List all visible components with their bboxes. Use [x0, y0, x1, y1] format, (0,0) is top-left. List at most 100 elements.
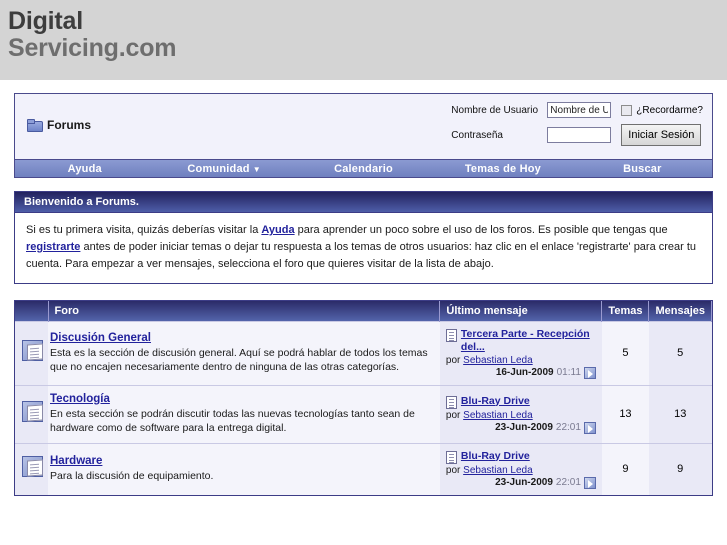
- login-submit-button[interactable]: Iniciar Sesión: [621, 124, 702, 146]
- remember-me-checkbox[interactable]: [621, 104, 633, 116]
- last-post-time: 22:01: [555, 422, 581, 433]
- forum-link[interactable]: Hardware: [50, 455, 102, 467]
- last-post-cell: Blu-Ray Drive por Sebastian Leda 23-Jun-…: [439, 442, 602, 495]
- topics-count-cell: 5: [601, 320, 649, 385]
- topics-count-cell: 13: [601, 384, 649, 443]
- last-post-title-link[interactable]: Blu-Ray Drive: [461, 395, 530, 408]
- forums-title: Forums: [27, 118, 91, 132]
- forum-icon-cell: [15, 442, 48, 495]
- last-post-date-row: 23-Jun-2009 22:01: [446, 421, 596, 434]
- last-post-author-link[interactable]: Sebastian Leda: [463, 465, 533, 476]
- forum-table-body: Discusión General Esta es la sección de …: [15, 320, 712, 495]
- last-post-date-row: 23-Jun-2009 22:01: [446, 476, 596, 489]
- document-icon: [445, 328, 457, 342]
- posts-count-cell: 9: [648, 442, 712, 495]
- goto-last-post-arrow-icon[interactable]: [583, 421, 596, 434]
- forum-name-cell: Tecnología En esta sección se podrán dis…: [48, 384, 440, 443]
- forum-header-panel: Forums Nombre de Usuario ¿Recordarme? Co…: [14, 93, 713, 159]
- forum-table-header-row: Foro Último mensaje Temas Mensajes: [15, 301, 712, 321]
- table-row[interactable]: Tecnología En esta sección se podrán dis…: [15, 384, 712, 443]
- nav-item-comunidad-label: Comunidad: [187, 162, 250, 175]
- col-header-foro: Foro: [48, 301, 441, 321]
- forum-name-cell: Hardware Para la discusión de equipamien…: [48, 442, 440, 495]
- nav-item-comunidad[interactable]: Comunidad ▼: [154, 163, 293, 175]
- last-post-time: 22:01: [555, 477, 581, 488]
- last-post-title-link[interactable]: Blu-Ray Drive: [461, 450, 530, 463]
- last-post-author-row: por Sebastian Leda: [446, 410, 596, 421]
- forum-icon: [21, 456, 46, 479]
- last-post-title-row: Blu-Ray Drive: [445, 395, 596, 409]
- nav-item-ayuda[interactable]: Ayuda: [15, 163, 154, 175]
- topics-count-cell: 9: [601, 442, 649, 495]
- page-content: Forums Nombre de Usuario ¿Recordarme? Co…: [0, 80, 727, 545]
- col-header-icon: [15, 301, 49, 321]
- forum-icon-cell: [15, 384, 48, 443]
- forum-description: Esta es la sección de discusión general.…: [50, 346, 428, 373]
- table-row[interactable]: Discusión General Esta es la sección de …: [15, 320, 712, 385]
- goto-last-post-arrow-icon[interactable]: [583, 366, 596, 379]
- last-post-author-link[interactable]: Sebastian Leda: [463, 410, 533, 421]
- forum-description: Para la discusión de equipamiento.: [50, 469, 214, 482]
- password-input[interactable]: [547, 127, 612, 143]
- by-label: por: [445, 464, 461, 476]
- main-navigation: Ayuda Comunidad ▼ Calendario Temas de Hoy…: [14, 159, 713, 178]
- col-header-mensajes: Mensajes: [648, 301, 712, 321]
- username-input[interactable]: [547, 102, 612, 118]
- last-post-author-row: por Sebastian Leda: [446, 465, 596, 476]
- posts-count-cell: 13: [648, 384, 712, 443]
- welcome-text-3: antes de poder iniciar temas o dejar tu …: [26, 241, 697, 270]
- forum-list-table: Foro Último mensaje Temas Mensajes Discu…: [14, 300, 713, 496]
- forum-description: En esta sección se podrán discutir todas…: [50, 407, 415, 434]
- nav-item-calendario-label: Calendario: [334, 162, 393, 175]
- last-post-title-row: Blu-Ray Drive: [445, 450, 596, 464]
- nav-item-temas-de-hoy[interactable]: Temas de Hoy: [433, 163, 572, 175]
- password-label: Contraseña: [451, 129, 503, 141]
- remember-me-group[interactable]: ¿Recordarme?: [621, 104, 703, 116]
- by-label: por: [445, 409, 461, 421]
- last-post-date: 16-Jun-2009: [495, 367, 554, 378]
- col-header-ultimo-mensaje: Último mensaje: [439, 301, 603, 321]
- document-icon: [445, 395, 457, 409]
- welcome-panel-title: Bienvenido a Forums.: [15, 192, 712, 213]
- table-row[interactable]: Hardware Para la discusión de equipamien…: [15, 442, 712, 495]
- goto-last-post-arrow-icon[interactable]: [583, 476, 596, 489]
- by-label: por: [445, 354, 461, 366]
- last-post-cell: Tercera Parte - Recepción del... por Seb…: [439, 320, 602, 385]
- logo-line-2: Servicing.com: [8, 34, 177, 62]
- remember-me-label: ¿Recordarme?: [636, 104, 703, 116]
- welcome-link-registrarte[interactable]: registrarte: [26, 241, 80, 253]
- forum-link[interactable]: Tecnología: [50, 393, 110, 405]
- site-logo: Digital Servicing.com: [8, 8, 727, 62]
- forum-icon-cell: [15, 320, 48, 385]
- folder-icon: [27, 119, 43, 132]
- login-form: Nombre de Usuario ¿Recordarme? Contraseñ…: [451, 102, 703, 146]
- last-post-time: 01:11: [556, 367, 581, 378]
- nav-item-buscar-label: Buscar: [623, 162, 662, 175]
- document-icon: [445, 450, 457, 464]
- last-post-title-link[interactable]: Tercera Parte - Recepción del...: [461, 328, 596, 354]
- welcome-link-ayuda[interactable]: Ayuda: [261, 224, 294, 236]
- chevron-down-icon: ▼: [252, 164, 261, 174]
- last-post-author-row: por Sebastian Leda: [446, 355, 596, 366]
- welcome-panel: Bienvenido a Forums. Si es tu primera vi…: [14, 191, 713, 284]
- nav-item-ayuda-label: Ayuda: [67, 162, 102, 175]
- site-header: Digital Servicing.com: [0, 0, 727, 80]
- login-row-password: Contraseña Iniciar Sesión: [451, 124, 703, 146]
- login-row-username: Nombre de Usuario ¿Recordarme?: [451, 102, 703, 118]
- posts-count-cell: 5: [648, 320, 712, 385]
- forum-link[interactable]: Discusión General: [50, 332, 151, 344]
- welcome-text-1: Si es tu primera visita, quizás deberías…: [26, 224, 262, 236]
- nav-item-buscar[interactable]: Buscar: [573, 163, 712, 175]
- nav-item-calendario[interactable]: Calendario: [294, 163, 433, 175]
- nav-item-temas-de-hoy-label: Temas de Hoy: [464, 162, 541, 175]
- col-header-temas: Temas: [601, 301, 650, 321]
- forums-title-label: Forums: [47, 118, 92, 132]
- logo-line-1: Digital: [8, 7, 83, 35]
- last-post-cell: Blu-Ray Drive por Sebastian Leda 23-Jun-…: [439, 384, 602, 443]
- forum-icon: [21, 401, 46, 424]
- last-post-title-row: Tercera Parte - Recepción del...: [445, 328, 596, 354]
- username-label: Nombre de Usuario: [451, 104, 539, 116]
- last-post-author-link[interactable]: Sebastian Leda: [463, 355, 533, 366]
- forum-icon: [21, 340, 46, 363]
- last-post-date: 23-Jun-2009: [495, 477, 553, 488]
